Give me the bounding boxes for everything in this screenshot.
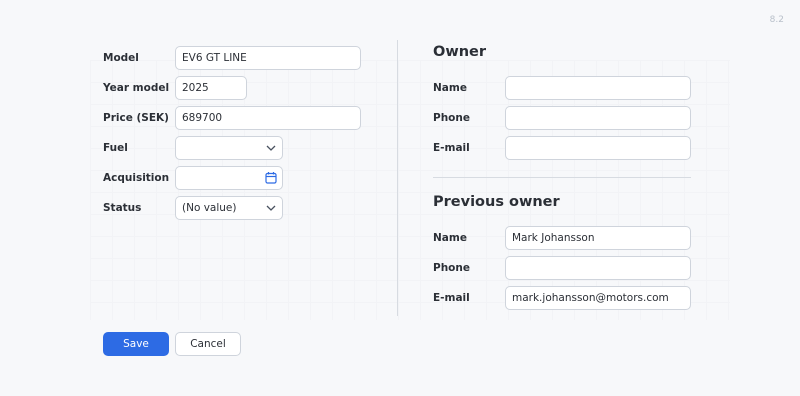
- status-label: Status: [103, 202, 142, 214]
- model-input[interactable]: [175, 46, 361, 70]
- owner-name-input[interactable]: [505, 76, 691, 100]
- acquisition-label: Acquisition: [103, 172, 170, 184]
- calendar-icon[interactable]: [265, 171, 277, 184]
- previous-owner-email-input[interactable]: [505, 286, 691, 310]
- previous-owner-phone-input[interactable]: [505, 256, 691, 280]
- owner-title: Owner: [433, 44, 487, 60]
- year-model-label: Year model: [103, 82, 170, 94]
- owner-phone-label: Phone: [433, 112, 470, 124]
- status-select[interactable]: (No value): [175, 196, 283, 220]
- fuel-select[interactable]: [175, 136, 283, 160]
- fuel-label: Fuel: [103, 142, 128, 154]
- vertical-divider: [397, 40, 398, 316]
- previous-owner-name-label: Name: [433, 232, 467, 244]
- chevron-down-icon: [266, 205, 276, 211]
- owner-email-input[interactable]: [505, 136, 691, 160]
- price-input[interactable]: [175, 106, 361, 130]
- version-label: 8.2: [769, 15, 784, 25]
- previous-owner-email-label: E-mail: [433, 292, 470, 304]
- previous-owner-title: Previous owner: [433, 194, 560, 210]
- previous-owner-phone-label: Phone: [433, 262, 470, 274]
- cancel-button[interactable]: Cancel: [175, 332, 241, 356]
- previous-owner-name-input[interactable]: [505, 226, 691, 250]
- chevron-down-icon: [266, 145, 276, 151]
- price-label: Price (SEK): [103, 112, 169, 124]
- owner-name-label: Name: [433, 82, 467, 94]
- owner-phone-input[interactable]: [505, 106, 691, 130]
- save-button[interactable]: Save: [103, 332, 169, 356]
- acquisition-date-picker[interactable]: [175, 166, 283, 190]
- year-model-input[interactable]: [175, 76, 247, 100]
- owner-email-label: E-mail: [433, 142, 470, 154]
- model-label: Model: [103, 52, 139, 64]
- section-divider: [433, 177, 691, 178]
